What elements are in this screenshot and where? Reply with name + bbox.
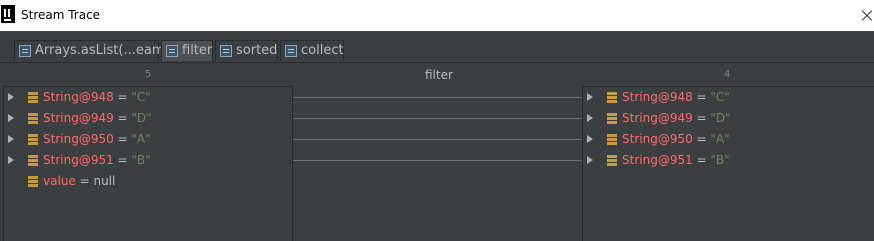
variable-name: String@949 — [43, 111, 114, 125]
tree-row[interactable]: String@949 = "D" — [4, 108, 292, 129]
tab-label: collect — [301, 43, 344, 58]
operation-label: filter — [425, 68, 453, 82]
variable-value: "D" — [710, 111, 731, 125]
mapping-line — [293, 139, 582, 140]
variable-value: null — [93, 174, 116, 188]
field-icon — [28, 134, 38, 145]
variable-name: String@948 — [43, 90, 114, 104]
title-bar: Stream Trace — [0, 0, 874, 31]
equals-sign: = — [692, 132, 711, 146]
tab-label: filter — [182, 43, 213, 58]
expand-arrow-icon[interactable] — [8, 135, 14, 143]
field-icon — [607, 155, 617, 166]
variable-value: "C" — [710, 90, 730, 104]
variable-name: String@948 — [622, 90, 693, 104]
left-count: 5 — [145, 69, 152, 80]
tree-row[interactable]: String@950 = "A" — [4, 129, 292, 150]
intellij-app-icon — [1, 5, 15, 23]
variable-value: "B" — [710, 153, 730, 167]
stream-step-icon — [285, 45, 297, 57]
tab-label: sorted — [236, 43, 278, 58]
expand-arrow-icon[interactable] — [587, 114, 593, 122]
equals-sign: = — [75, 174, 94, 188]
expand-arrow-icon[interactable] — [587, 135, 593, 143]
field-icon — [607, 113, 617, 124]
tree-row[interactable]: value = null — [4, 171, 292, 192]
equals-sign: = — [113, 90, 132, 104]
equals-sign: = — [692, 90, 711, 104]
tab-label: Arrays.asList(...eam() — [35, 43, 175, 58]
variable-name: String@950 — [622, 132, 693, 146]
mapping-line — [293, 160, 582, 161]
right-values-panel[interactable]: String@948 = "C" String@949 = "D" String… — [582, 86, 874, 241]
equals-sign: = — [113, 153, 132, 167]
field-icon — [28, 176, 38, 187]
field-icon — [607, 92, 617, 103]
left-values-panel[interactable]: String@948 = "C" String@949 = "D" String… — [3, 86, 293, 241]
variable-name: value — [43, 174, 76, 188]
variable-name: String@950 — [43, 132, 114, 146]
close-button[interactable] — [860, 0, 874, 31]
field-icon — [607, 134, 617, 145]
window-title: Stream Trace — [21, 8, 101, 22]
variable-value: "B" — [131, 153, 151, 167]
expand-arrow-icon[interactable] — [8, 156, 14, 164]
tab-sorted[interactable]: sorted — [215, 40, 278, 61]
field-icon — [28, 92, 38, 103]
field-icon — [28, 113, 38, 124]
tree-row[interactable]: String@948 = "C" — [583, 87, 873, 108]
equals-sign: = — [692, 153, 711, 167]
stream-step-icon — [19, 45, 31, 57]
tab-bar: Arrays.asList(...eam() filter sorted col… — [0, 31, 874, 62]
variable-value: "A" — [131, 132, 151, 146]
mapping-line — [293, 97, 582, 98]
field-icon — [28, 155, 38, 166]
stream-step-icon — [166, 45, 178, 57]
tab-collect[interactable]: collect — [280, 40, 344, 61]
column-header: 5 filter 4 — [0, 62, 874, 87]
stream-step-icon — [220, 45, 232, 57]
variable-name: String@949 — [622, 111, 693, 125]
variable-value: "A" — [710, 132, 730, 146]
tree-row[interactable]: String@951 = "B" — [4, 150, 292, 171]
mapping-line — [293, 118, 582, 119]
expand-arrow-icon[interactable] — [8, 93, 14, 101]
tab-arrays-aslist[interactable]: Arrays.asList(...eam() — [14, 40, 175, 61]
variable-name: String@951 — [43, 153, 114, 167]
tab-filter[interactable]: filter — [161, 40, 213, 61]
variable-value: "C" — [131, 90, 151, 104]
equals-sign: = — [692, 111, 711, 125]
expand-arrow-icon[interactable] — [8, 114, 14, 122]
variable-name: String@951 — [622, 153, 693, 167]
right-count: 4 — [724, 69, 731, 80]
tree-row[interactable]: String@949 = "D" — [583, 108, 873, 129]
equals-sign: = — [113, 132, 132, 146]
expand-arrow-icon[interactable] — [587, 93, 593, 101]
equals-sign: = — [113, 111, 132, 125]
tree-row[interactable]: String@950 = "A" — [583, 129, 873, 150]
variable-value: "D" — [131, 111, 152, 125]
tree-row[interactable]: String@948 = "C" — [4, 87, 292, 108]
expand-arrow-icon[interactable] — [587, 156, 593, 164]
tree-row[interactable]: String@951 = "B" — [583, 150, 873, 171]
